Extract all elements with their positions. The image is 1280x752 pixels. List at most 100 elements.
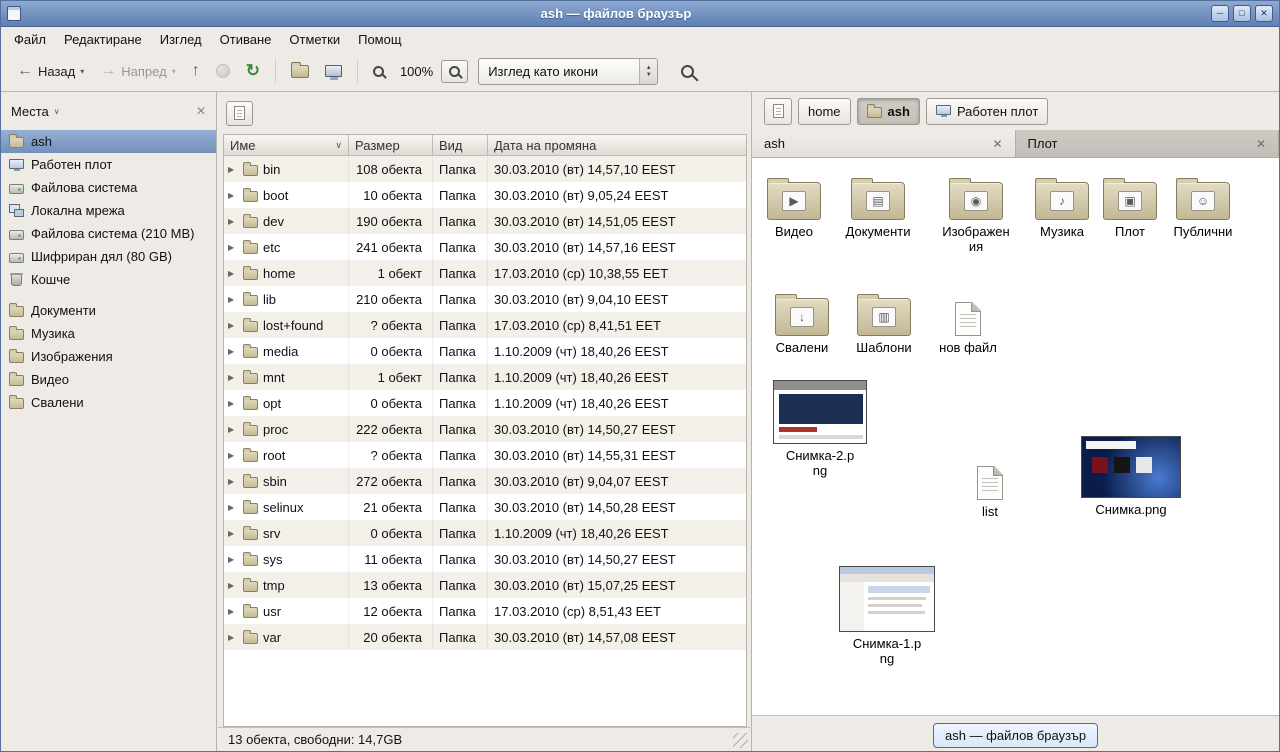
- view-mode-select[interactable]: Изглед като икони ▲ ▼: [478, 58, 658, 85]
- table-row[interactable]: ▶sbin272 обектаПапка30.03.2010 (вт) 9,04…: [224, 468, 746, 494]
- table-row[interactable]: ▶srv0 обектаПапка1.10.2009 (чт) 18,40,26…: [224, 520, 746, 546]
- forward-button[interactable]: → Напред ▾: [92, 58, 183, 85]
- breadcrumb-desktop-button[interactable]: Работен плот: [926, 98, 1048, 125]
- tab-plot[interactable]: Плот ✕: [1016, 130, 1280, 157]
- minimize-button[interactable]: ─: [1211, 5, 1229, 22]
- expander-icon[interactable]: ▶: [228, 607, 238, 616]
- back-button[interactable]: ← Назад ▾: [9, 58, 92, 85]
- sidebar-item-local-network[interactable]: Локална мрежа: [1, 199, 216, 222]
- expander-icon[interactable]: ▶: [228, 295, 238, 304]
- column-header-date[interactable]: Дата на промяна: [488, 135, 746, 156]
- reload-button[interactable]: ↻: [238, 58, 268, 84]
- icon-item-music[interactable]: ♪Музика: [1024, 170, 1100, 240]
- icon-item-snimka-2[interactable]: Снимка-2.png: [768, 380, 872, 479]
- zoom-out-button[interactable]: [365, 60, 392, 83]
- table-row[interactable]: ▶lib210 обектаПапка30.03.2010 (вт) 9,04,…: [224, 286, 746, 312]
- expander-icon[interactable]: ▶: [228, 477, 238, 486]
- column-header-type[interactable]: Вид: [433, 135, 488, 156]
- icon-item-desktop[interactable]: ▣Плот: [1092, 170, 1168, 240]
- table-row[interactable]: ▶opt0 обектаПапка1.10.2009 (чт) 18,40,26…: [224, 390, 746, 416]
- expander-icon[interactable]: ▶: [228, 217, 238, 226]
- expander-icon[interactable]: ▶: [228, 633, 238, 642]
- location-root-button[interactable]: [764, 98, 792, 125]
- resize-grip[interactable]: [733, 733, 748, 748]
- table-row[interactable]: ▶sys11 обектаПапка30.03.2010 (вт) 14,50,…: [224, 546, 746, 572]
- table-row[interactable]: ▶usr12 обектаПапка17.03.2010 (ср) 8,51,4…: [224, 598, 746, 624]
- sidebar-item-pictures[interactable]: Изображения: [1, 345, 216, 368]
- tab-close-icon[interactable]: ✕: [992, 137, 1002, 151]
- sidebar-item-ash[interactable]: ash: [1, 130, 216, 153]
- menu-bookmarks[interactable]: Отметки: [280, 28, 349, 51]
- table-row[interactable]: ▶bin108 обектаПапка30.03.2010 (вт) 14,57…: [224, 156, 746, 182]
- expander-icon[interactable]: ▶: [228, 581, 238, 590]
- expander-icon[interactable]: ▶: [228, 425, 238, 434]
- table-row[interactable]: ▶boot10 обектаПапка30.03.2010 (вт) 9,05,…: [224, 182, 746, 208]
- view-mode-spinner[interactable]: ▲ ▼: [639, 59, 657, 84]
- zoom-in-button[interactable]: [441, 60, 468, 83]
- sidebar-item-encrypted-80gb[interactable]: Шифриран дял (80 GB): [1, 245, 216, 268]
- maximize-button[interactable]: □: [1233, 5, 1251, 22]
- table-row[interactable]: ▶var20 обектаПапка30.03.2010 (вт) 14,57,…: [224, 624, 746, 650]
- icon-item-new-file[interactable]: нов файл: [930, 286, 1006, 356]
- expander-icon[interactable]: ▶: [228, 373, 238, 382]
- computer-button[interactable]: [317, 59, 350, 83]
- expander-icon[interactable]: ▶: [228, 191, 238, 200]
- expander-icon[interactable]: ▶: [228, 529, 238, 538]
- icon-item-downloads[interactable]: ↓Свалени: [764, 286, 840, 356]
- places-close-button[interactable]: ✕: [196, 104, 206, 118]
- expander-icon[interactable]: ▶: [228, 321, 238, 330]
- icon-item-snimka[interactable]: Снимка.png: [1076, 436, 1186, 518]
- icon-item-public[interactable]: ☺Публични: [1165, 170, 1241, 240]
- sidebar-item-documents[interactable]: Документи: [1, 299, 216, 322]
- menu-edit[interactable]: Редактиране: [55, 28, 151, 51]
- icon-item-pictures[interactable]: ◉Изображения: [938, 170, 1014, 255]
- titlebar[interactable]: ash — файлов браузър ─ □ ✕: [1, 1, 1279, 27]
- menu-view[interactable]: Изглед: [151, 28, 211, 51]
- expander-icon[interactable]: ▶: [228, 451, 238, 460]
- menu-go[interactable]: Отиване: [211, 28, 281, 51]
- table-row[interactable]: ▶proc222 обектаПапка30.03.2010 (вт) 14,5…: [224, 416, 746, 442]
- table-row[interactable]: ▶etc241 обектаПапка30.03.2010 (вт) 14,57…: [224, 234, 746, 260]
- column-header-size[interactable]: Размер: [349, 135, 433, 156]
- stop-button[interactable]: [208, 58, 238, 84]
- icon-item-video[interactable]: ▶Видео: [756, 170, 832, 240]
- sidebar-item-downloads[interactable]: Свалени: [1, 391, 216, 414]
- sidebar-item-filesystem[interactable]: Файлова система: [1, 176, 216, 199]
- sidebar-item-desktop[interactable]: Работен плот: [1, 153, 216, 176]
- tab-close-icon[interactable]: ✕: [1256, 137, 1266, 151]
- tab-ash[interactable]: ash ✕: [752, 130, 1016, 157]
- table-row[interactable]: ▶lost+found? обектаПапка17.03.2010 (ср) …: [224, 312, 746, 338]
- column-header-name[interactable]: Име ∨: [224, 135, 349, 156]
- breadcrumb-ash-button[interactable]: ash: [857, 98, 920, 125]
- icon-item-templates[interactable]: ▥Шаблони: [846, 286, 922, 356]
- table-row[interactable]: ▶mnt1 обектПапка1.10.2009 (чт) 18,40,26 …: [224, 364, 746, 390]
- sidebar-item-filesystem-210mb[interactable]: Файлова система (210 MB): [1, 222, 216, 245]
- icon-item-snimka-1[interactable]: Снимка-1.png: [834, 566, 940, 667]
- table-row[interactable]: ▶selinux21 обектаПапка30.03.2010 (вт) 14…: [224, 494, 746, 520]
- taskbar-window-button[interactable]: ash — файлов браузър: [933, 723, 1098, 748]
- table-row[interactable]: ▶tmp13 обектаПапка30.03.2010 (вт) 15,07,…: [224, 572, 746, 598]
- expander-icon[interactable]: ▶: [228, 555, 238, 564]
- sidebar-item-video[interactable]: Видео: [1, 368, 216, 391]
- table-row[interactable]: ▶root? обектаПапка30.03.2010 (вт) 14,55,…: [224, 442, 746, 468]
- expander-icon[interactable]: ▶: [228, 347, 238, 356]
- expander-icon[interactable]: ▶: [228, 269, 238, 278]
- close-button[interactable]: ✕: [1255, 5, 1273, 22]
- menu-file[interactable]: Файл: [5, 28, 55, 51]
- pane-location-button[interactable]: [226, 101, 253, 126]
- expander-icon[interactable]: ▶: [228, 503, 238, 512]
- icon-item-documents[interactable]: ▤Документи: [840, 170, 916, 240]
- table-row[interactable]: ▶dev190 обектаПапка30.03.2010 (вт) 14,51…: [224, 208, 746, 234]
- expander-icon[interactable]: ▶: [228, 399, 238, 408]
- expander-icon[interactable]: ▶: [228, 165, 238, 174]
- table-row[interactable]: ▶media0 обектаПапка1.10.2009 (чт) 18,40,…: [224, 338, 746, 364]
- up-button[interactable]: ↑: [184, 58, 208, 84]
- search-button[interactable]: [672, 58, 703, 85]
- home-button[interactable]: [283, 59, 317, 84]
- breadcrumb-home-button[interactable]: home: [798, 98, 851, 125]
- table-row[interactable]: ▶home1 обектПапка17.03.2010 (ср) 10,38,5…: [224, 260, 746, 286]
- sidebar-item-music[interactable]: Музика: [1, 322, 216, 345]
- icon-item-list[interactable]: list: [952, 450, 1028, 520]
- sidebar-item-trash[interactable]: Кошче: [1, 268, 216, 291]
- expander-icon[interactable]: ▶: [228, 243, 238, 252]
